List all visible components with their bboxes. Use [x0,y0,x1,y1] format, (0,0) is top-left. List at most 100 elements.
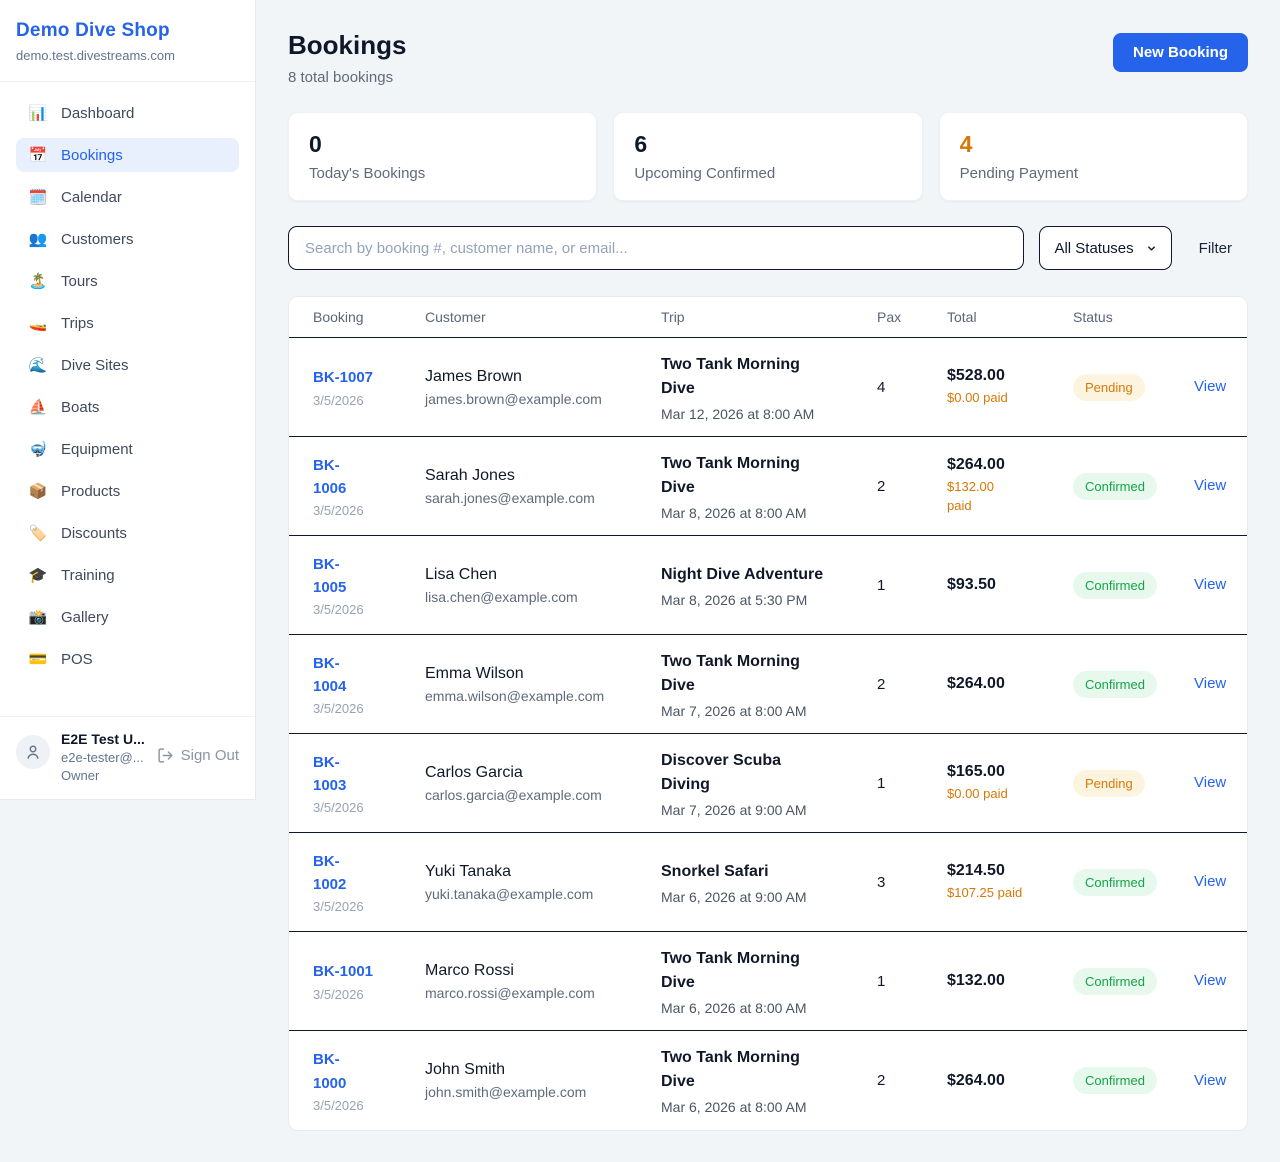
stat-card: 6 Upcoming Confirmed [613,112,922,201]
sidebar-item-label: Customers [61,231,134,248]
column-header-booking: Booking [313,309,425,325]
stat-card: 0 Today's Bookings [288,112,597,201]
page-subtitle: 8 total bookings [288,69,406,86]
booking-id-link[interactable]: BK- 1006 [313,454,411,501]
sidebar-item-label: Boats [61,399,99,416]
table-row: BK- 1000 3/5/2026 John Smith john.smith@… [289,1031,1247,1130]
sidebar-item-training[interactable]: 🎓 Training [16,558,239,592]
stat-label: Today's Bookings [309,165,576,182]
booking-id-link[interactable]: BK- 1004 [313,652,411,699]
sign-out-button[interactable]: Sign Out [157,747,239,764]
customer-email: sarah.jones@example.com [425,490,647,506]
customers-icon: 👥 [28,230,48,248]
pax-count: 2 [877,478,947,495]
sidebar-item-customers[interactable]: 👥 Customers [16,222,239,256]
view-link[interactable]: View [1194,873,1226,890]
sidebar-item-equipment[interactable]: 🤿 Equipment [16,432,239,466]
trip-name: Snorkel Safari [661,860,863,884]
customer-email: carlos.garcia@example.com [425,787,647,803]
trip-date: Mar 6, 2026 at 8:00 AM [661,1099,863,1115]
total-amount: $528.00 [947,367,1059,385]
customer-email: yuki.tanaka@example.com [425,886,647,902]
sidebar-item-products[interactable]: 📦 Products [16,474,239,508]
view-link[interactable]: View [1194,774,1226,791]
stat-label: Upcoming Confirmed [634,165,901,182]
sidebar-item-pos[interactable]: 💳 POS [16,642,239,676]
booking-id-link[interactable]: BK- 1002 [313,850,411,897]
trip-name: Two Tank Morning Dive [661,650,863,698]
table-header-row: Booking Customer Trip Pax Total Status [289,297,1247,338]
bookings-table: Booking Customer Trip Pax Total Status B… [288,296,1248,1131]
sidebar-item-label: Tours [61,273,98,290]
view-link[interactable]: View [1194,576,1226,593]
sidebar-item-label: Equipment [61,441,133,458]
booking-id-link[interactable]: BK- 1000 [313,1048,411,1095]
stat-card: 4 Pending Payment [939,112,1248,201]
sidebar-item-discounts[interactable]: 🏷️ Discounts [16,516,239,550]
sidebar-item-trips[interactable]: 🚤 Trips [16,306,239,340]
search-input[interactable] [288,226,1024,270]
trip-date: Mar 8, 2026 at 5:30 PM [661,592,863,608]
view-link[interactable]: View [1194,477,1226,494]
status-select[interactable]: All Statuses [1039,226,1171,270]
booking-id-link[interactable]: BK- 1003 [313,751,411,798]
total-amount: $93.50 [947,576,1059,594]
view-link[interactable]: View [1194,675,1226,692]
customer-name: James Brown [425,368,647,386]
column-header-trip: Trip [661,309,877,325]
total-amount: $264.00 [947,1072,1059,1090]
total-amount: $132.00 [947,972,1059,990]
booking-date: 3/5/2026 [313,602,411,617]
booking-date: 3/5/2026 [313,1098,411,1113]
equipment-icon: 🤿 [28,440,48,458]
status-badge: Pending [1073,374,1145,401]
discounts-icon: 🏷️ [28,524,48,542]
booking-id-link[interactable]: BK-1001 [313,960,411,983]
view-link[interactable]: View [1194,378,1226,395]
customer-name: Emma Wilson [425,665,647,683]
sidebar-item-gallery[interactable]: 📸 Gallery [16,600,239,634]
view-link[interactable]: View [1194,1072,1226,1089]
trip-name: Two Tank Morning Dive [661,1046,863,1094]
pax-count: 2 [877,1072,947,1089]
customer-email: james.brown@example.com [425,391,647,407]
trip-date: Mar 12, 2026 at 8:00 AM [661,406,863,422]
booking-id-link[interactable]: BK- 1005 [313,553,411,600]
paid-amount: $0.00 paid [947,389,1059,408]
booking-id-link[interactable]: BK-1007 [313,366,411,389]
total-amount: $165.00 [947,763,1059,781]
training-icon: 🎓 [28,566,48,584]
trip-date: Mar 8, 2026 at 8:00 AM [661,505,863,521]
sidebar-header: Demo Dive Shop demo.test.divestreams.com [0,0,255,82]
column-header-status: Status [1073,309,1194,325]
user-meta: E2E Test U... e2e-tester@... Owner [61,731,145,783]
sidebar-item-dive-sites[interactable]: 🌊 Dive Sites [16,348,239,382]
customer-name: Sarah Jones [425,467,647,485]
sidebar-item-calendar[interactable]: 🗓️ Calendar [16,180,239,214]
app-domain: demo.test.divestreams.com [16,48,239,63]
sidebar-item-dashboard[interactable]: 📊 Dashboard [16,96,239,130]
status-badge: Confirmed [1073,869,1157,896]
page-title: Bookings [288,30,406,61]
trip-date: Mar 6, 2026 at 8:00 AM [661,1000,863,1016]
filter-button[interactable]: Filter [1199,240,1232,257]
sidebar-item-boats[interactable]: ⛵ Boats [16,390,239,424]
view-link[interactable]: View [1194,972,1226,989]
booking-date: 3/5/2026 [313,987,411,1002]
paid-amount: $0.00 paid [947,785,1059,804]
sign-out-label: Sign Out [181,747,239,764]
page: Demo Dive Shop demo.test.divestreams.com… [0,0,1280,1162]
customer-email: john.smith@example.com [425,1084,647,1100]
sidebar-item-label: Dive Sites [61,357,129,374]
status-badge: Confirmed [1073,968,1157,995]
tours-icon: 🏝️ [28,272,48,290]
sidebar-item-bookings[interactable]: 📅 Bookings [16,138,239,172]
status-badge: Confirmed [1073,572,1157,599]
status-badge: Confirmed [1073,671,1157,698]
trip-name: Two Tank Morning Dive [661,452,863,500]
table-row: BK- 1003 3/5/2026 Carlos Garcia carlos.g… [289,734,1247,833]
new-booking-button[interactable]: New Booking [1113,33,1248,72]
sidebar-item-tours[interactable]: 🏝️ Tours [16,264,239,298]
stat-value: 6 [634,131,901,158]
table-row: BK- 1005 3/5/2026 Lisa Chen lisa.chen@ex… [289,536,1247,635]
